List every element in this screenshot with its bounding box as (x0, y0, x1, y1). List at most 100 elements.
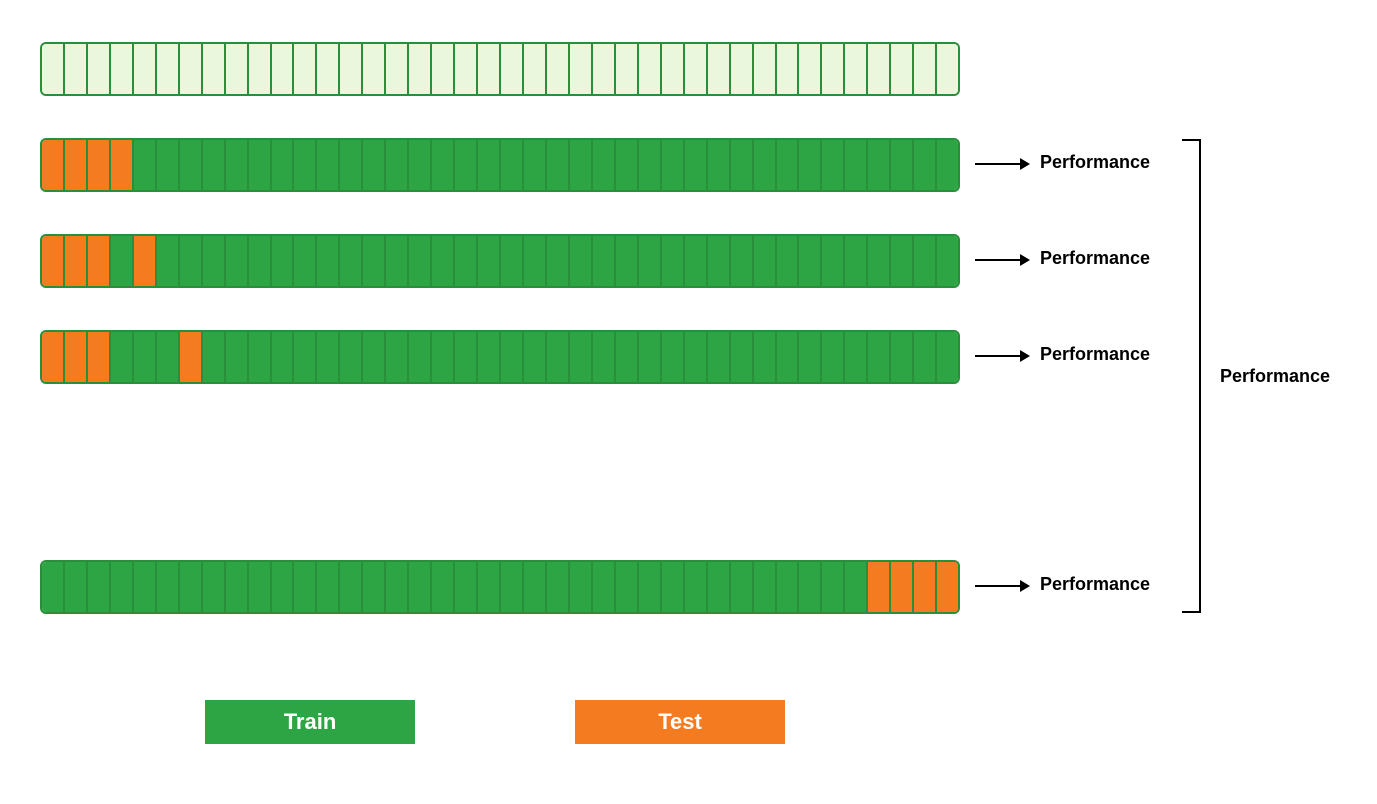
train-cell (570, 562, 593, 612)
test-cell (134, 236, 157, 286)
train-cell (340, 140, 363, 190)
train-cell (845, 562, 868, 612)
train-cell (65, 562, 88, 612)
train-cell (754, 562, 777, 612)
train-cell (799, 562, 822, 612)
train-cell (478, 236, 501, 286)
empty-cell (157, 44, 180, 94)
train-cell (272, 236, 295, 286)
legend: Train Test (205, 700, 785, 744)
test-cell (180, 332, 203, 382)
train-cell (891, 140, 914, 190)
train-cell (157, 236, 180, 286)
train-cell (685, 140, 708, 190)
empty-cell (501, 44, 524, 94)
train-cell (685, 562, 708, 612)
train-cell (777, 140, 800, 190)
train-cell (547, 140, 570, 190)
test-cell (42, 332, 65, 382)
performance-label: Performance (1040, 344, 1150, 365)
train-cell (799, 140, 822, 190)
train-cell (937, 236, 958, 286)
train-cell (134, 332, 157, 382)
train-cell (845, 140, 868, 190)
train-cell (822, 236, 845, 286)
empty-cell (685, 44, 708, 94)
train-cell (409, 140, 432, 190)
arrow-icon (975, 154, 1030, 174)
train-cell (180, 140, 203, 190)
train-cell (731, 236, 754, 286)
train-cell (777, 236, 800, 286)
train-cell (822, 140, 845, 190)
train-cell (777, 332, 800, 382)
fold-bar-fold3 (40, 330, 960, 384)
train-cell (891, 236, 914, 286)
arrow-icon (975, 250, 1030, 270)
empty-cell (386, 44, 409, 94)
train-cell (799, 236, 822, 286)
train-cell (845, 236, 868, 286)
test-cell (88, 332, 111, 382)
train-cell (432, 562, 455, 612)
train-cell (754, 140, 777, 190)
empty-cell (524, 44, 547, 94)
empty-cell (662, 44, 685, 94)
train-cell (478, 332, 501, 382)
train-cell (524, 236, 547, 286)
train-cell (731, 562, 754, 612)
performance-label: Performance (1040, 152, 1150, 173)
train-cell (524, 562, 547, 612)
empty-cell (616, 44, 639, 94)
legend-train: Train (205, 700, 415, 744)
train-cell (203, 562, 226, 612)
train-cell (593, 140, 616, 190)
train-cell (386, 562, 409, 612)
train-cell (662, 236, 685, 286)
train-cell (914, 236, 937, 286)
fold-bar-fold2 (40, 234, 960, 288)
performance-label: Performance (1040, 574, 1150, 595)
train-cell (180, 562, 203, 612)
train-cell (111, 236, 134, 286)
empty-cell (593, 44, 616, 94)
train-cell (249, 332, 272, 382)
train-cell (639, 236, 662, 286)
train-cell (455, 332, 478, 382)
train-cell (272, 562, 295, 612)
train-cell (524, 332, 547, 382)
bracket-icon (1180, 138, 1204, 619)
train-cell (708, 140, 731, 190)
train-cell (340, 332, 363, 382)
train-cell (455, 562, 478, 612)
train-cell (501, 332, 524, 382)
train-cell (524, 140, 547, 190)
train-cell (478, 562, 501, 612)
train-cell (478, 140, 501, 190)
train-cell (409, 332, 432, 382)
test-cell (937, 562, 958, 612)
train-cell (914, 332, 937, 382)
empty-cell (88, 44, 111, 94)
empty-cell (822, 44, 845, 94)
train-cell (272, 332, 295, 382)
train-cell (616, 140, 639, 190)
train-cell (639, 562, 662, 612)
legend-test: Test (575, 700, 785, 744)
train-cell (731, 332, 754, 382)
train-cell (822, 332, 845, 382)
train-cell (455, 140, 478, 190)
train-cell (363, 236, 386, 286)
empty-cell (363, 44, 386, 94)
test-cell (111, 140, 134, 190)
empty-cell (65, 44, 88, 94)
empty-cell (937, 44, 958, 94)
train-cell (868, 140, 891, 190)
train-cell (203, 332, 226, 382)
train-cell (685, 236, 708, 286)
test-cell (891, 562, 914, 612)
train-cell (363, 140, 386, 190)
train-cell (317, 562, 340, 612)
train-cell (662, 332, 685, 382)
train-cell (822, 562, 845, 612)
